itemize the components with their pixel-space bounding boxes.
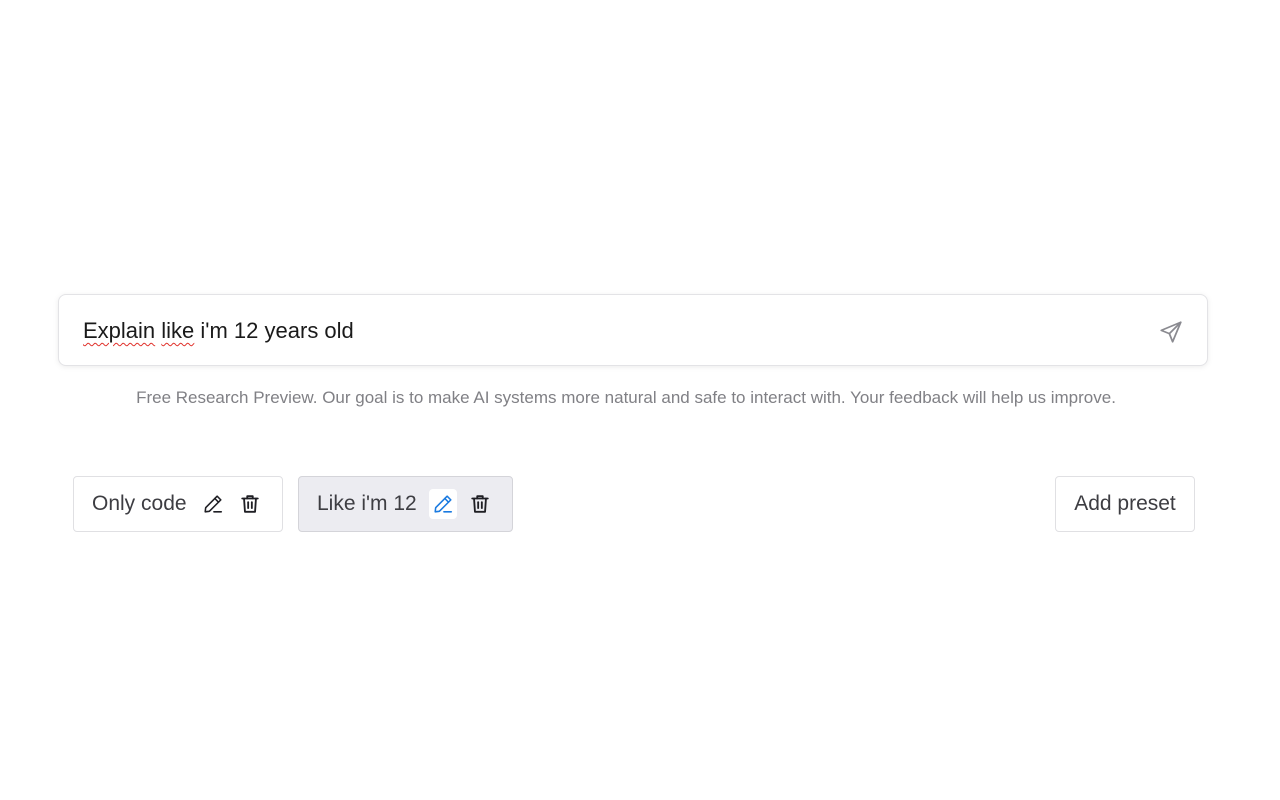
preset-label: Only code xyxy=(92,492,187,515)
preset-only-code[interactable]: Only code xyxy=(73,476,283,532)
prompt-word-explain: Explain xyxy=(83,318,156,343)
add-preset-button[interactable]: Add preset xyxy=(1055,476,1195,532)
disclaimer-text: Free Research Preview. Our goal is to ma… xyxy=(136,388,1116,407)
delete-preset-button[interactable] xyxy=(466,489,494,519)
trash-icon xyxy=(241,495,259,513)
edit-preset-button[interactable] xyxy=(199,489,227,519)
send-button[interactable] xyxy=(1157,318,1185,346)
prompt-input[interactable]: Explain like i'm 12 years old xyxy=(83,318,354,344)
send-icon xyxy=(1160,321,1182,343)
edit-preset-button[interactable] xyxy=(428,489,457,519)
page: Explain like i'm 12 years old Free Resea… xyxy=(0,0,1280,800)
prompt-word-like: like xyxy=(161,318,195,343)
preset-label: Like i'm 12 xyxy=(317,492,417,515)
prompt-rest: i'm 12 years old xyxy=(194,318,354,343)
pencil-icon xyxy=(434,495,452,513)
preset-like-im-12[interactable]: Like i'm 12 xyxy=(298,476,513,532)
trash-icon xyxy=(471,495,489,513)
prompt-box[interactable]: Explain like i'm 12 years old xyxy=(58,294,1208,366)
delete-preset-button[interactable] xyxy=(236,489,264,519)
pencil-icon xyxy=(204,495,222,513)
